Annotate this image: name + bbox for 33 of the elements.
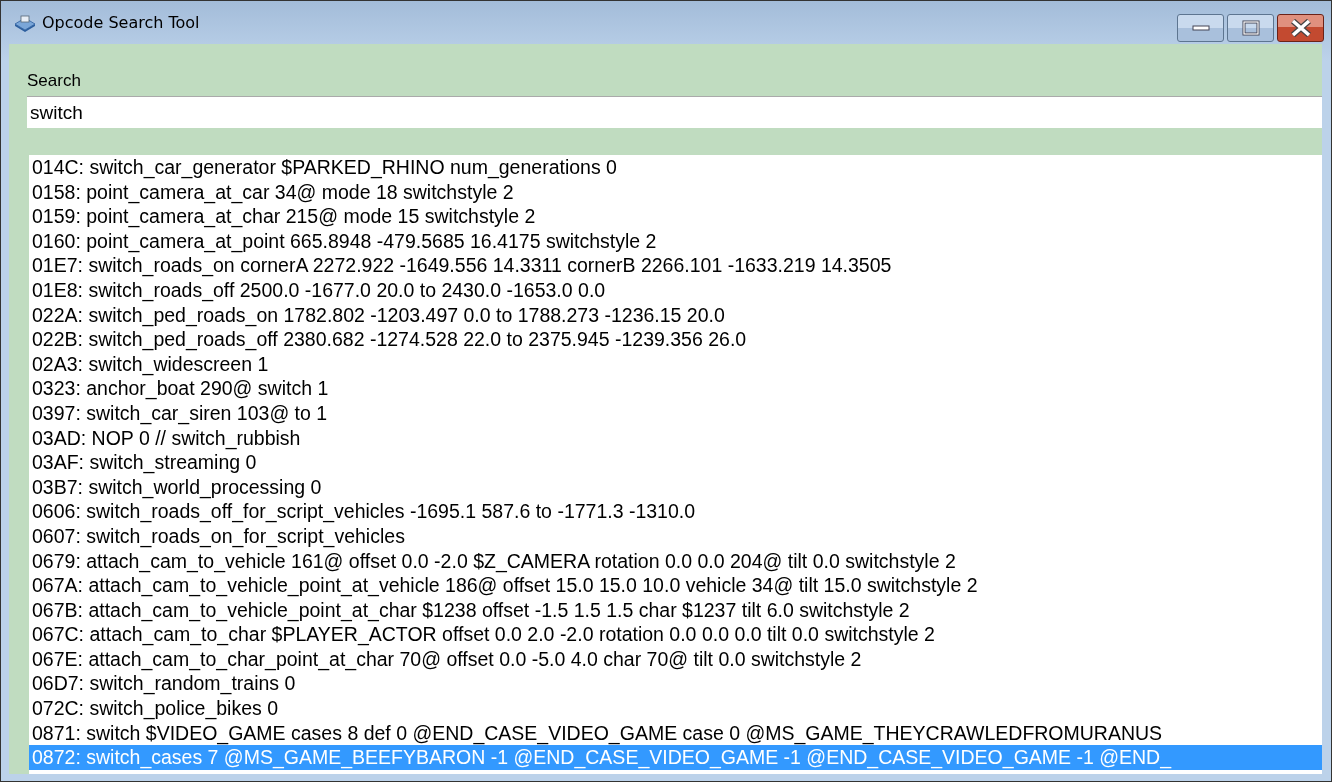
result-item[interactable]: 0158: point_camera_at_car 34@ mode 18 switchstyle 2 xyxy=(29,179,1322,205)
search-label: Search xyxy=(27,70,82,92)
result-item[interactable]: 0871: switch $VIDEO_GAME cases 8 def 0 @END_CASE_VIDEO_GAME case 0 @MS_GAME_THEYCRAWLEDFROMURANUS xyxy=(29,720,1322,746)
result-item[interactable]: 0397: switch_car_siren 103@ to 1 xyxy=(29,400,1322,426)
result-item[interactable]: 03AF: switch_streaming 0 xyxy=(29,450,1322,475)
search-field[interactable]: switch xyxy=(27,96,1322,128)
result-item[interactable]: 06D7: switch_random_trains 0 xyxy=(29,671,1322,697)
result-item[interactable]: 072C: switch_police_bikes 0 xyxy=(29,696,1322,721)
result-item[interactable]: 067C: attach_cam_to_char $PLAYER_ACTOR offset 0.0 2.0 -2.0 rotation 0.0 0.0 0.0 tilt 0.0 switchstyle 2 xyxy=(29,622,1322,647)
close-icon xyxy=(1288,19,1313,37)
result-item[interactable]: 0679: attach_cam_to_vehicle 161@ offset 0.0 -2.0 $Z_CAMERA rotation 0.0 0.0 204@ tilt 0.0 switchstyle 2 xyxy=(29,548,1322,574)
result-item[interactable]: 0606: switch_roads_off_for_script_vehicles -1695.1 587.6 to -1771.3 -1310.0 xyxy=(29,499,1322,524)
result-item[interactable]: 022A: switch_ped_roads_on 1782.802 -1203.497 0.0 to 1788.273 -1236.15 20.0 xyxy=(29,302,1322,328)
result-item[interactable]: 0159: point_camera_at_char 215@ mode 15 switchstyle 2 xyxy=(29,204,1322,229)
result-item[interactable]: 0607: switch_roads_on_for_script_vehicles xyxy=(29,523,1322,549)
maximize-icon xyxy=(1241,20,1260,36)
result-item[interactable]: 067A: attach_cam_to_vehicle_point_at_vehicle 186@ offset 15.0 15.0 10.0 vehicle 34@ tilt 15.0 switchstyle 2 xyxy=(29,573,1322,598)
result-item[interactable]: 067E: attach_cam_to_char_point_at_char 70@ offset 0.0 -5.0 4.0 char 70@ tilt 0.0 switchstyle 2 xyxy=(29,646,1322,672)
result-item[interactable]: 03B7: switch_world_processing 0 xyxy=(29,474,1322,500)
result-item[interactable]: 067B: attach_cam_to_vehicle_point_at_char $1238 offset -1.5 1.5 1.5 char $1237 tilt 6.0 switchstyle 2 xyxy=(29,597,1322,623)
result-item[interactable]: 0323: anchor_boat 290@ switch 1 xyxy=(29,376,1322,401)
result-item[interactable]: 022B: switch_ped_roads_off 2380.682 -1274.528 22.0 to 2375.945 -1239.356 26.0 xyxy=(29,327,1322,352)
minimize-button[interactable] xyxy=(1177,14,1224,42)
result-item[interactable]: 0160: point_camera_at_point 665.8948 -479.5685 16.4175 switchstyle 2 xyxy=(29,228,1322,254)
minimize-icon xyxy=(1191,24,1210,32)
window-title: Opcode Search Tool xyxy=(42,13,200,32)
result-item[interactable]: 01E8: switch_roads_off 2500.0 -1677.0 20.0 to 2430.0 -1653.0 0.0 xyxy=(29,277,1322,303)
result-item[interactable]: 03AD: NOP 0 // switch_rubbish xyxy=(29,425,1322,451)
result-item[interactable]: 02A3: switch_widescreen 1 xyxy=(29,351,1322,377)
close-button[interactable] xyxy=(1277,14,1324,42)
result-item[interactable]: 014C: switch_car_generator $PARKED_RHINO num_generations 0 xyxy=(29,155,1322,180)
result-item[interactable]: 01E7: switch_roads_on cornerA 2272.922 -1649.556 14.3311 cornerB 2266.101 -1633.219 14.3505 xyxy=(29,253,1322,278)
app-icon xyxy=(14,13,36,32)
